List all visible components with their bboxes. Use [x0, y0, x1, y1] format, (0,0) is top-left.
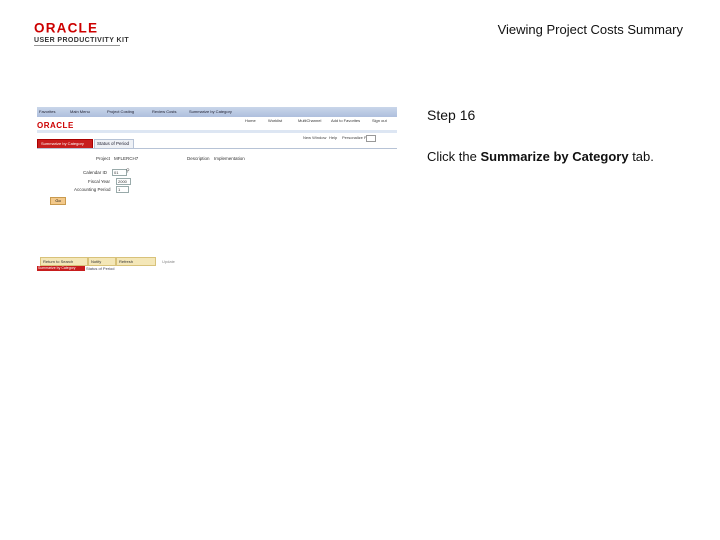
nav-item-project-costing[interactable]: Project Costing — [107, 109, 134, 114]
oracle-logo-text: ORACLE — [34, 21, 98, 34]
accounting-period-label: Accounting Period — [74, 187, 111, 192]
calendar-id-input[interactable]: 01 — [112, 169, 127, 176]
nav-item-main-menu[interactable]: Main Menu — [70, 109, 90, 114]
fiscal-year-input[interactable]: 2000 — [116, 178, 131, 185]
header-link-favorites[interactable]: Add to Favorites — [331, 118, 360, 123]
logo-subtitle: USER PRODUCTIVITY KIT — [34, 37, 130, 44]
description-value: Implementation — [214, 156, 245, 161]
logo-divider — [34, 45, 120, 46]
go-button[interactable]: Go — [50, 197, 66, 205]
nav-item-summarize[interactable]: Summarize by Category — [189, 109, 232, 114]
tab-status-label: Status of Period — [97, 141, 130, 146]
fiscal-year-label: Fiscal Year — [88, 179, 111, 184]
refresh-button[interactable]: Refresh — [116, 257, 156, 266]
toolbar-new-window[interactable]: New Window — [303, 135, 326, 140]
header-link-signout[interactable]: Sign out — [372, 118, 387, 123]
page-title: Viewing Project Costs Summary — [497, 22, 683, 37]
calendar-id-label: Calendar ID — [83, 170, 108, 175]
step-instruction: Click the Summarize by Category tab. — [427, 149, 654, 164]
header-band — [37, 130, 397, 133]
header-link-worklist[interactable]: Worklist — [268, 118, 282, 123]
step-title: Step 16 — [427, 107, 476, 123]
update-link[interactable]: Update — [162, 257, 175, 266]
toolbar-help[interactable]: Help — [329, 135, 337, 140]
tab-summarize-label: Summarize by Category — [41, 141, 84, 146]
header-link-home[interactable]: Home — [245, 118, 256, 123]
thumbnail-navbar: Favorites Main Menu Project Costing Revi… — [37, 107, 397, 117]
nav-item-review-costs[interactable]: Review Costs — [152, 109, 176, 114]
project-label: Project — [96, 156, 111, 161]
return-to-search-button[interactable]: Return to Search — [40, 257, 88, 266]
thumbnail-oracle-logo: ORACLE — [37, 121, 74, 130]
step-text-suffix: tab. — [628, 149, 654, 164]
nav-item-favorites[interactable]: Favorites — [39, 109, 55, 114]
step-text-bold: Summarize by Category — [480, 149, 629, 164]
accounting-period-input[interactable]: 1 — [116, 186, 129, 193]
calendar-search-icon[interactable]: ⚲ — [126, 168, 130, 174]
toolbar-box-icon[interactable] — [366, 135, 376, 142]
header-link-multichannel[interactable]: MultiChannel — [298, 118, 321, 123]
bottom-tab-status[interactable]: Status of Period — [86, 266, 114, 271]
step-text-prefix: Click the — [427, 149, 481, 164]
description-label: Description — [187, 156, 210, 161]
notify-button[interactable]: Notify — [88, 257, 116, 266]
tab-divider — [37, 148, 397, 149]
project-value: MFLERCH7 — [114, 156, 139, 161]
oracle-logo: ORACLE — [34, 21, 98, 34]
bottom-tab-summarize[interactable]: Summarize by Category — [37, 266, 85, 271]
